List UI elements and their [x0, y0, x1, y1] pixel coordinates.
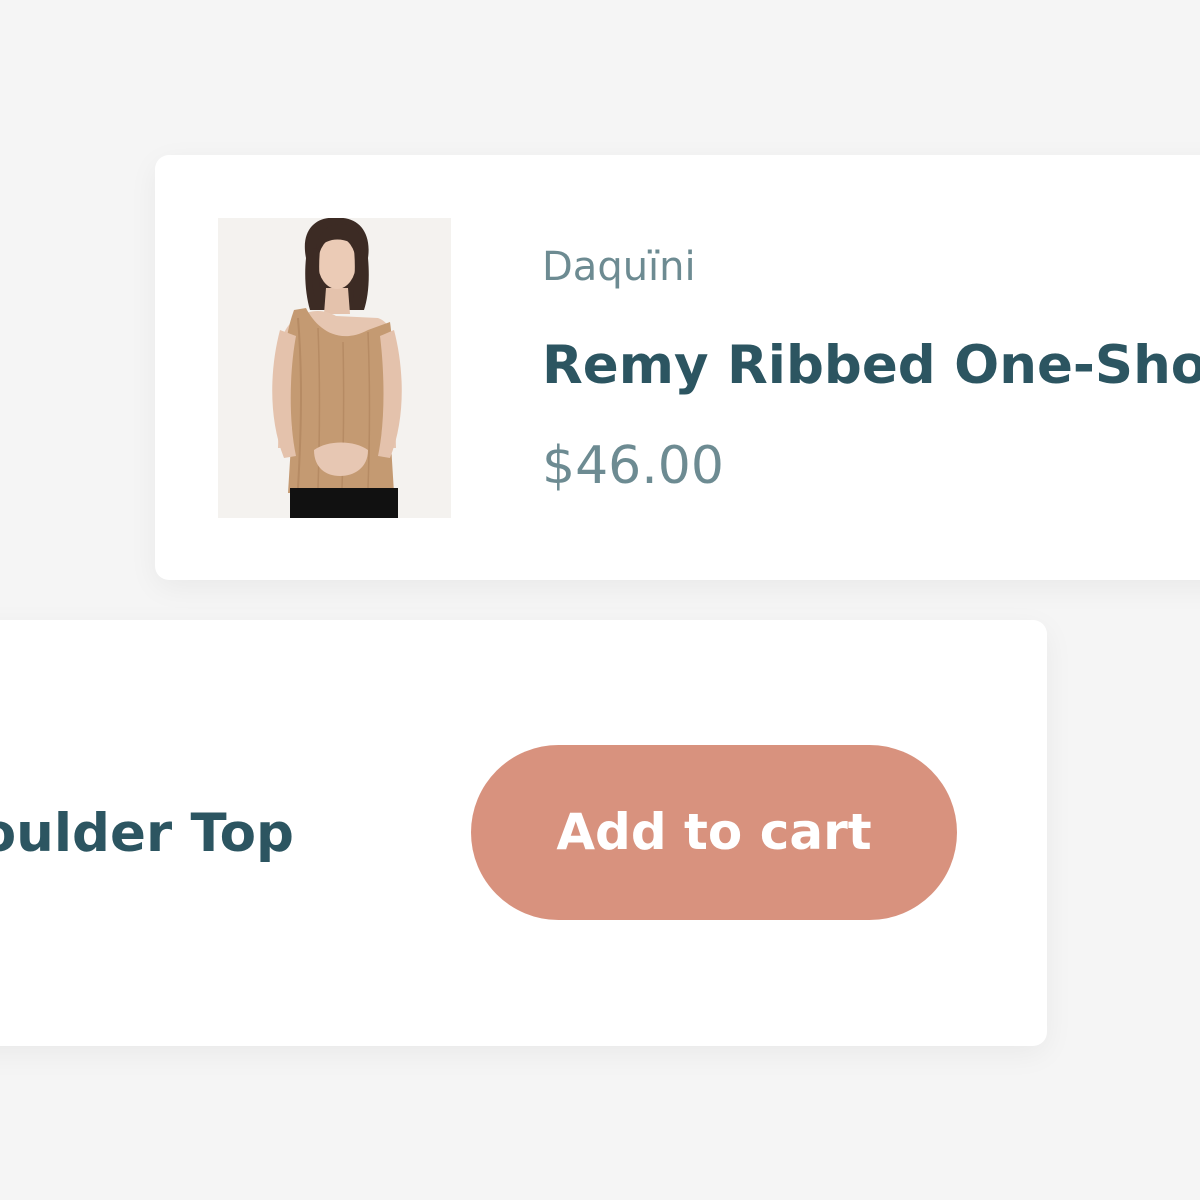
product-price: $46.00	[542, 436, 724, 496]
add-to-cart-button[interactable]: Add to cart	[471, 745, 957, 920]
cart-card: oulder Top Add to cart	[0, 620, 1047, 1046]
brand-name: Daquïni	[542, 244, 696, 290]
product-title-tail[interactable]: oulder Top	[0, 796, 294, 872]
product-title[interactable]: Remy Ribbed One-Shou	[542, 331, 1200, 401]
product-image[interactable]	[218, 218, 451, 518]
product-title-clip: Remy Ribbed One-Shou	[542, 331, 1200, 401]
product-photo-icon	[218, 218, 451, 518]
product-title-tail-clip: oulder Top	[0, 796, 300, 876]
product-card: Daquïni Remy Ribbed One-Shou $46.00	[155, 155, 1200, 580]
